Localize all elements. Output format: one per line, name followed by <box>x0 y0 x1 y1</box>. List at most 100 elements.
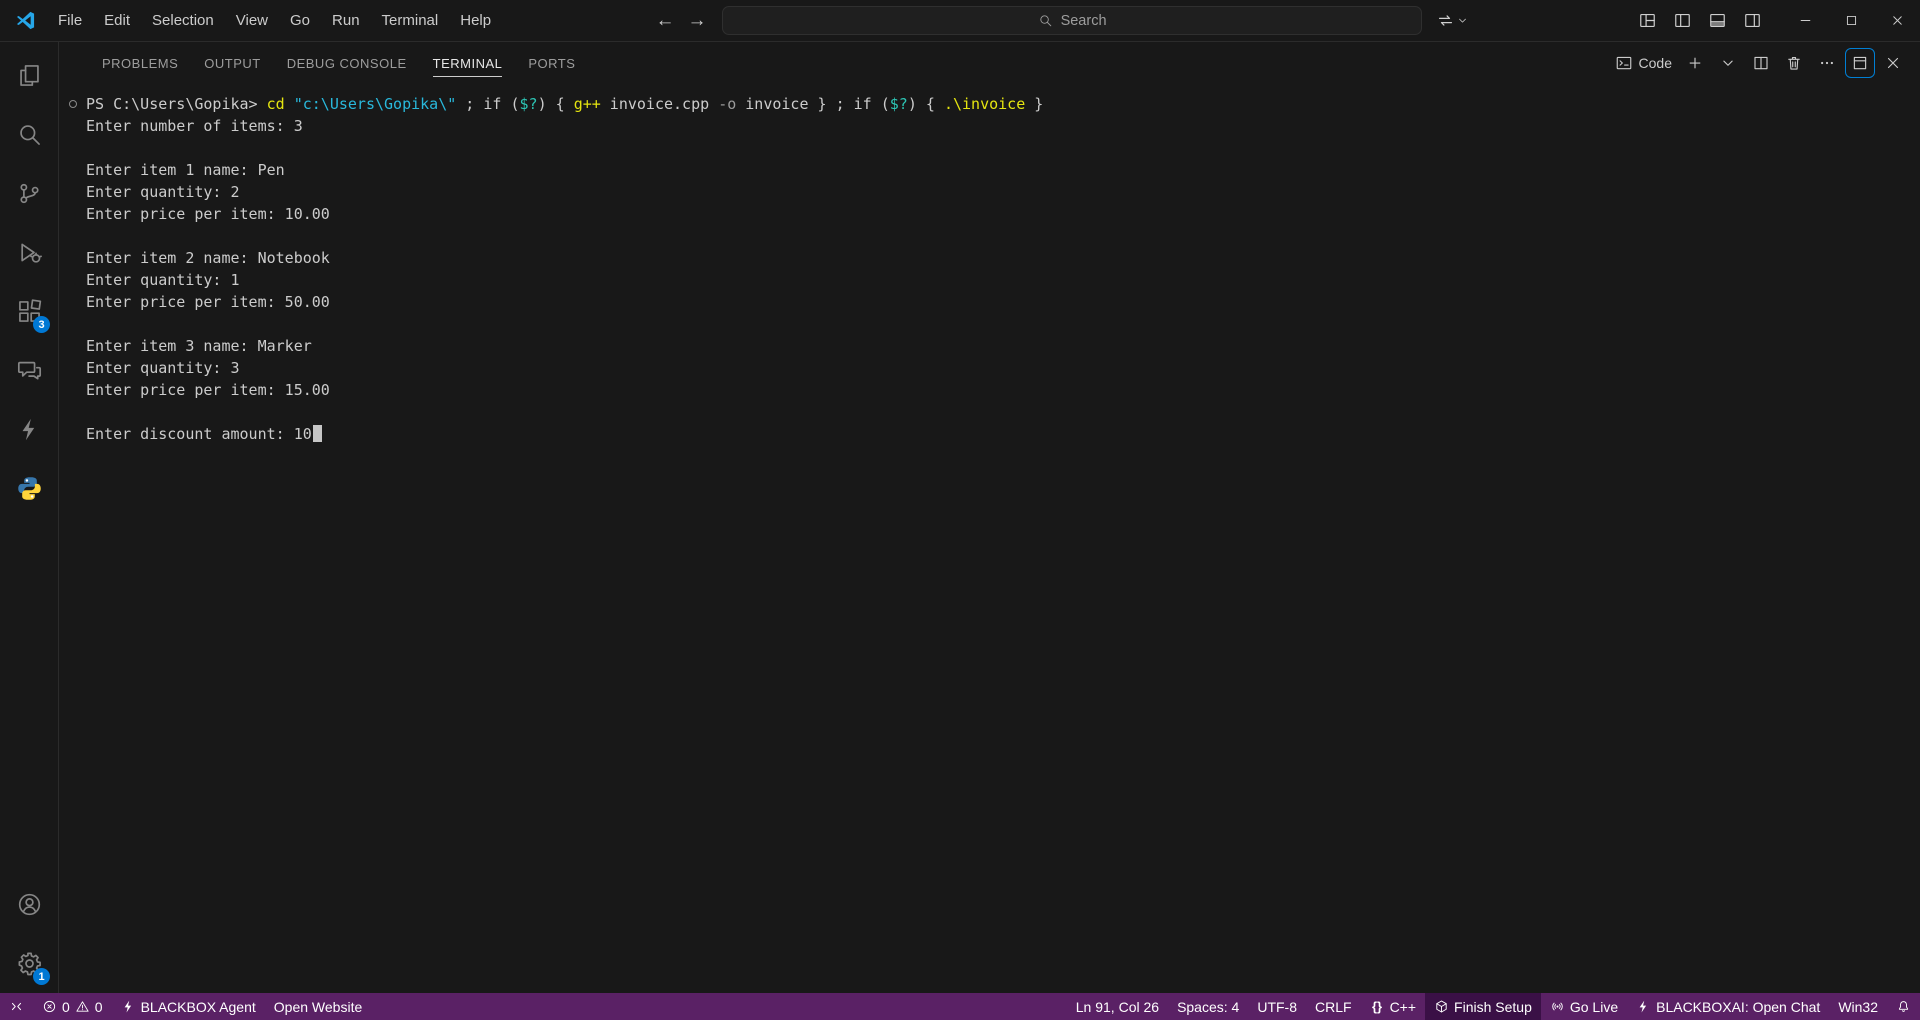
chrome-minimize-icon <box>1798 13 1813 28</box>
statusbar-platform[interactable]: Win32 <box>1829 993 1887 1020</box>
vscode-window: File Edit Selection View Go Run Terminal Help ←… <box>0 0 1920 1020</box>
statusbar-open-website[interactable]: Open Website <box>265 993 371 1020</box>
terminal-line: Enter price per item: 50.00 <box>86 291 1910 313</box>
panel-tab-ports[interactable]: PORTS <box>515 42 588 84</box>
panel-header: PROBLEMS OUTPUT DEBUG CONSOLE TERMINAL PORTS… <box>59 42 1920 84</box>
status-bar-right: Ln 91, Col 26 Spaces: 4 UTF-8 CRLF {} C++ Fini… <box>1067 993 1920 1020</box>
statusbar-indentation-text: Spaces: 4 <box>1177 998 1240 1015</box>
activitybar-python[interactable] <box>0 459 58 518</box>
panel-tab-debug-console[interactable]: DEBUG CONSOLE <box>274 42 420 84</box>
panel-area: PROBLEMS OUTPUT DEBUG CONSOLE TERMINAL PORTS… <box>59 42 1920 993</box>
menu-run[interactable]: Run <box>321 7 371 34</box>
terminal-text: ) { <box>537 95 574 113</box>
panel-tab-problems[interactable]: PROBLEMS <box>89 42 191 84</box>
panel-action-maximize-panel[interactable] <box>1845 48 1875 78</box>
terminal-text: Enter discount amount: 10 <box>86 425 312 443</box>
terminal[interactable]: PS C:\Users\Gopika> cd "c:\Users\Gopika\… <box>59 84 1920 993</box>
terminal-cursor <box>312 425 322 442</box>
menu-edit[interactable]: Edit <box>93 7 141 34</box>
activitybar-extensions[interactable]: 3 <box>0 282 58 341</box>
panel-tab-output[interactable]: OUTPUT <box>191 42 273 84</box>
activity-bar-bottom: 1 <box>0 875 58 993</box>
statusbar-problems[interactable]: 00 <box>33 993 112 1020</box>
titlebar-toggle-primary-sidebar-button[interactable] <box>1666 6 1698 36</box>
status-bar-left: 0 0 BLACKBOX Agent Open Website <box>0 993 371 1020</box>
panel-action-kill-terminal[interactable] <box>1779 48 1809 78</box>
activitybar-chat[interactable] <box>0 341 58 400</box>
terminal-text: Enter item 3 name: Marker <box>86 337 312 355</box>
statusbar-notifications[interactable] <box>1887 993 1920 1020</box>
chevron-down-icon <box>1456 14 1469 27</box>
bolt-icon <box>16 416 43 443</box>
terminal-text: invoice.cpp <box>600 95 719 113</box>
titlebar-customize-layout-button[interactable] <box>1631 6 1663 36</box>
statusbar-end-of-line[interactable]: CRLF <box>1306 993 1361 1020</box>
panel-action-launch-profile-dropdown[interactable] <box>1713 48 1743 78</box>
activitybar-accounts[interactable] <box>0 875 58 934</box>
activitybar-search[interactable] <box>0 105 58 164</box>
panel-tab-terminal[interactable]: TERMINAL <box>420 42 516 84</box>
search-icon <box>16 121 43 148</box>
window-minimize-button[interactable] <box>1782 0 1828 41</box>
panel-action-new-terminal[interactable] <box>1680 48 1710 78</box>
titlebar-toggle-secondary-sidebar-button[interactable] <box>1736 6 1768 36</box>
statusbar-language-mode[interactable]: {} C++ <box>1361 993 1425 1020</box>
menu-go[interactable]: Go <box>279 7 321 34</box>
terminal-line: Enter quantity: 1 <box>86 269 1910 291</box>
activitybar-source-control[interactable] <box>0 164 58 223</box>
terminal-text: $? <box>889 95 908 113</box>
terminal-text: "c:\Users\Gopika\" <box>293 95 457 113</box>
trash-icon <box>1785 54 1803 72</box>
statusbar-encoding[interactable]: UTF-8 <box>1248 993 1306 1020</box>
plus-icon <box>1686 54 1704 72</box>
activitybar-run-and-debug[interactable] <box>0 223 58 282</box>
menu-view[interactable]: View <box>225 7 279 34</box>
warning-icon <box>75 999 90 1014</box>
activitybar-settings[interactable]: 1 <box>0 934 58 993</box>
statusbar-go-live-text: Go Live <box>1569 998 1619 1015</box>
titlebar-go-back-button[interactable]: ← <box>649 6 681 36</box>
statusbar-go-live[interactable]: Go Live <box>1541 993 1627 1020</box>
menu-file[interactable]: File <box>47 7 93 34</box>
statusbar-cursor-position[interactable]: Ln 91, Col 26 <box>1067 993 1168 1020</box>
menu-help[interactable]: Help <box>449 7 502 34</box>
statusbar-blackboxai-open-chat[interactable]: BLACKBOXAI: Open Chat <box>1627 993 1829 1020</box>
panel-action-split-terminal[interactable] <box>1746 48 1776 78</box>
terminal-text: Enter quantity: 3 <box>86 359 240 377</box>
search-box[interactable]: Search <box>722 6 1423 35</box>
chat-icon <box>16 357 43 384</box>
statusbar-encoding-text: UTF-8 <box>1257 998 1297 1015</box>
menu-terminal[interactable]: Terminal <box>371 7 450 34</box>
terminal-line: Enter price per item: 10.00 <box>86 203 1910 225</box>
workbench-body: 3 1 PROBLEMS OUTPUT DEBUG CONSOLE TERMINAL P… <box>0 42 1920 993</box>
terminal-text: invoice } ; if ( <box>736 95 890 113</box>
bolt-icon <box>1636 999 1651 1014</box>
chrome-close-icon <box>1890 13 1905 28</box>
panel-action-close-panel[interactable] <box>1878 48 1908 78</box>
window-maximize-button[interactable] <box>1828 0 1874 41</box>
panel-action-launch-profile[interactable]: Code <box>1610 48 1677 78</box>
title-bar: File Edit Selection View Go Run Terminal Help ←… <box>0 0 1920 42</box>
statusbar-blackbox-agent[interactable]: BLACKBOX Agent <box>112 993 265 1020</box>
activitybar-explorer[interactable] <box>0 46 58 105</box>
statusbar-remote[interactable] <box>0 993 33 1020</box>
terminal-text: -o <box>718 95 737 113</box>
statusbar-end-of-line-text: CRLF <box>1315 998 1352 1015</box>
menu-selection[interactable]: Selection <box>141 7 225 34</box>
terminal-text: Enter price per item: 50.00 <box>86 293 330 311</box>
panel-action-more-actions[interactable] <box>1812 48 1842 78</box>
broadcast-icon <box>1550 999 1565 1014</box>
window-close-button[interactable] <box>1874 0 1920 41</box>
source-control-icon <box>16 180 43 207</box>
titlebar-go-forward-button[interactable]: → <box>681 6 713 36</box>
statusbar-finish-setup[interactable]: Finish Setup <box>1425 993 1541 1020</box>
terminal-icon <box>1615 54 1633 72</box>
error-icon <box>42 999 57 1014</box>
activitybar-blackbox[interactable] <box>0 400 58 459</box>
titlebar-toggle-panel-button[interactable] <box>1701 6 1733 36</box>
statusbar-indentation[interactable]: Spaces: 4 <box>1168 993 1248 1020</box>
titlebar-switch-window-button[interactable] <box>1431 6 1474 36</box>
